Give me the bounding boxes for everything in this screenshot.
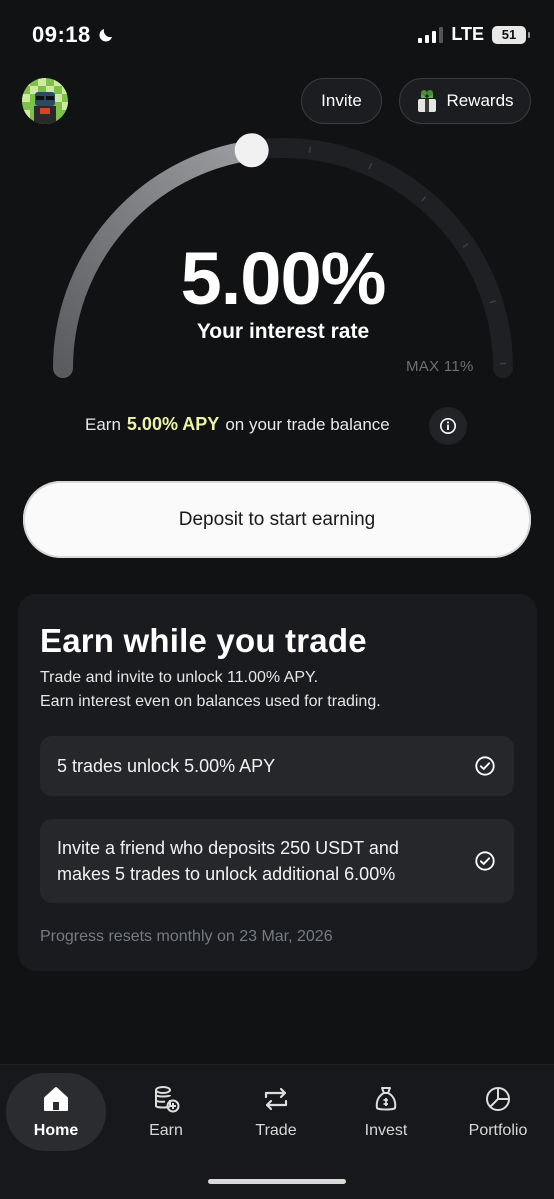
invite-label: Invite (321, 91, 362, 110)
interest-rate-label: Your interest rate (196, 320, 370, 343)
nav-label-home: Home (33, 1122, 79, 1139)
nav-label-trade: Trade (255, 1122, 297, 1139)
earn-apy-line: Earn 5.00% APY on your trade balance (85, 414, 390, 435)
nav-label-earn: Earn (149, 1122, 183, 1139)
task-item-trades[interactable]: 5 trades unlock 5.00% APY (40, 736, 514, 796)
task-item-invite[interactable]: Invite a friend who deposits 250 USDT an… (40, 819, 514, 903)
avatar-image (22, 78, 68, 124)
check-circle-icon (475, 756, 495, 776)
card-subtitle-line-1: Trade and invite to unlock 11.00% APY. (40, 669, 319, 686)
interest-rate-value: 5.00% (180, 237, 387, 320)
nav-item-invest[interactable]: Invest (336, 1073, 436, 1151)
gauge-knob[interactable] (234, 133, 269, 168)
info-button[interactable] (429, 407, 467, 445)
coins-plus-icon (155, 1086, 180, 1113)
pie-chart-icon (486, 1087, 510, 1111)
progress-reset-note: Progress resets monthly on 23 Mar, 2026 (40, 928, 333, 945)
rewards-label: Rewards (446, 91, 514, 110)
nav-label-invest: Invest (364, 1122, 408, 1139)
gauge-tick (308, 146, 312, 153)
deposit-button[interactable]: Deposit to start earning (23, 481, 531, 558)
earn-while-trade-card: Earn while you trade Trade and invite to… (18, 594, 537, 971)
card-title: Earn while you trade (40, 622, 367, 659)
status-bar: 09:18 LTE 51 (0, 0, 554, 70)
battery-icon: 51 (492, 25, 530, 44)
nav-item-trade[interactable]: Trade (226, 1073, 326, 1151)
home-icon (44, 1087, 68, 1111)
status-time: 09:18 (32, 22, 115, 48)
avatar[interactable] (22, 78, 68, 124)
nav-label-portfolio: Portfolio (468, 1122, 528, 1139)
earn-prefix: Earn (85, 414, 121, 434)
task-label: Invite a friend who deposits 250 USDT an… (57, 838, 399, 884)
money-bag-icon (375, 1087, 397, 1111)
status-indicators: LTE 51 (418, 24, 530, 45)
home-indicator (208, 1179, 346, 1184)
moon-icon (99, 29, 112, 42)
earn-suffix: on your trade balance (225, 414, 390, 434)
card-subtitle: Trade and invite to unlock 11.00% APY. E… (40, 666, 381, 714)
network-label: LTE (451, 24, 484, 44)
battery-level: 51 (501, 27, 517, 42)
card-subtitle-line-2: Earn interest even on balances used for … (40, 693, 381, 710)
gift-box-icon (418, 90, 437, 112)
deposit-label: Deposit to start earning (178, 508, 376, 530)
signal-icon (418, 26, 444, 43)
info-icon (439, 417, 457, 435)
check-circle-icon (475, 851, 495, 871)
nav-item-earn[interactable]: Earn (116, 1073, 216, 1151)
clock-text: 09:18 (32, 22, 91, 47)
nav-item-portfolio[interactable]: Portfolio (448, 1073, 548, 1151)
rewards-button[interactable]: Rewards (399, 78, 531, 124)
task-label: 5 trades unlock 5.00% APY (57, 756, 276, 776)
invite-button[interactable]: Invite (301, 78, 382, 124)
earn-apy-highlight: 5.00% APY (126, 414, 220, 434)
max-rate-label: MAX 11% (406, 358, 474, 375)
swap-arrows-icon (264, 1087, 288, 1111)
nav-item-home[interactable]: Home (6, 1073, 106, 1151)
